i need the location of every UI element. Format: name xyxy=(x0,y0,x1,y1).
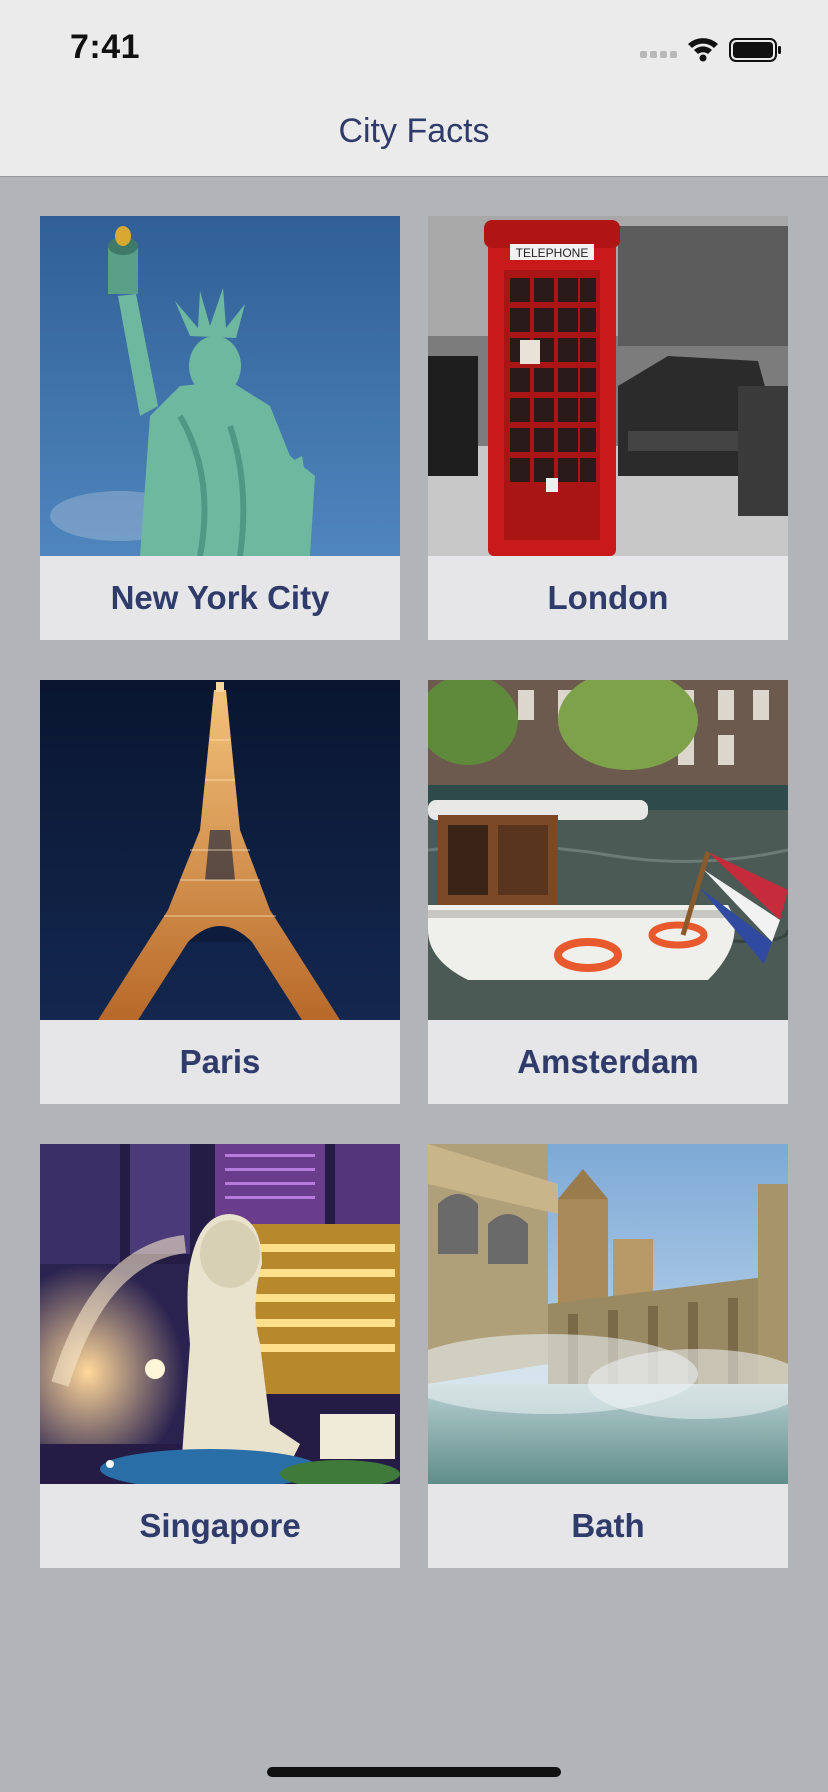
city-card-singapore[interactable]: Singapore xyxy=(40,1144,400,1568)
city-name: Bath xyxy=(571,1507,645,1544)
city-name: Paris xyxy=(179,1043,261,1080)
city-grid: New York City TELEPHONE London Paris Ams… xyxy=(0,0,828,1792)
city-card-bath[interactable]: Bath xyxy=(428,1144,788,1568)
city-card-london[interactable]: TELEPHONE London xyxy=(428,216,788,640)
red-telephone-box-photo: TELEPHONE xyxy=(428,216,788,556)
city-name: Singapore xyxy=(139,1507,301,1544)
city-name: New York City xyxy=(110,579,330,616)
svg-text:TELEPHONE: TELEPHONE xyxy=(516,246,589,260)
eiffel-tower-photo xyxy=(40,680,400,1020)
roman-baths-photo xyxy=(428,1144,788,1484)
canal-boat-photo xyxy=(428,680,788,1020)
home-indicator[interactable] xyxy=(267,1767,561,1777)
city-card-new-york-city[interactable]: New York City xyxy=(40,216,400,640)
city-card-paris[interactable]: Paris xyxy=(40,680,400,1104)
city-card-amsterdam[interactable]: Amsterdam xyxy=(428,680,788,1104)
city-name: London xyxy=(547,579,669,616)
merlion-photo xyxy=(40,1144,400,1484)
city-name: Amsterdam xyxy=(517,1043,699,1080)
statue-of-liberty-photo xyxy=(40,216,400,556)
